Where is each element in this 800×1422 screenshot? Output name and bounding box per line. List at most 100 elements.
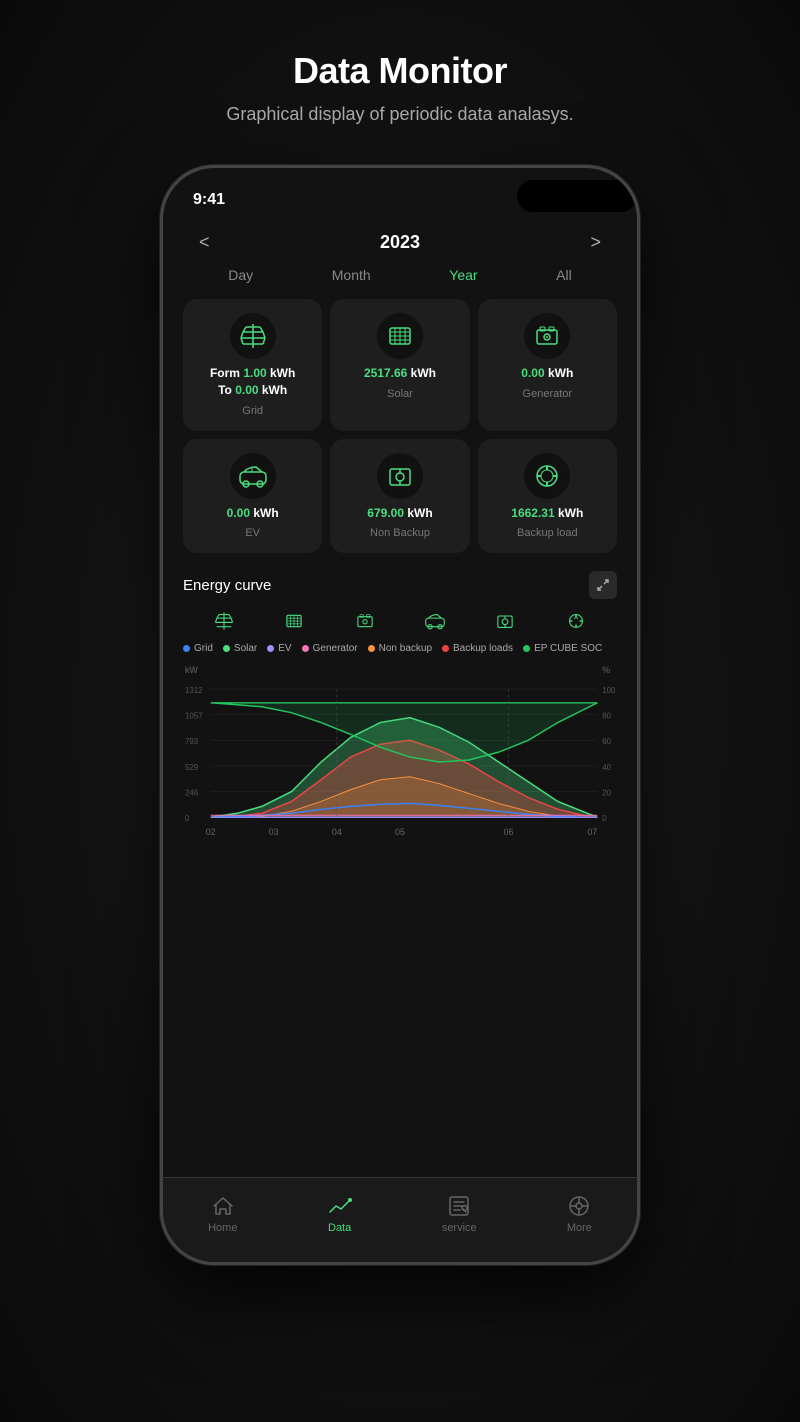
svg-text:529: 529 — [185, 763, 198, 772]
stat-value-grid: Form 1.00 kWhTo 0.00 kWh — [210, 365, 295, 399]
nav-home-label: Home — [208, 1222, 237, 1234]
stat-value-nonbackup: 679.00 kWh — [367, 505, 432, 522]
stat-value-solar: 2517.66 kWh — [364, 365, 436, 382]
generator-icon — [533, 322, 561, 350]
legend-backuploads: Backup loads — [442, 643, 513, 654]
curve-backupload-icon[interactable] — [564, 611, 588, 631]
svg-text:100: 100 — [602, 686, 616, 695]
svg-text:793: 793 — [185, 738, 199, 747]
curve-nonbackup-icon[interactable] — [493, 611, 517, 631]
svg-text:0: 0 — [602, 815, 607, 824]
curve-filter-icons — [179, 607, 621, 635]
stat-card-backupload: 1662.31 kWh Backup load — [478, 439, 617, 554]
svg-text:%: % — [602, 666, 610, 676]
nav-data-label: Data — [328, 1222, 351, 1234]
page-header: Data Monitor Graphical display of period… — [226, 50, 573, 125]
stat-card-solar: 2517.66 kWh Solar — [330, 299, 469, 431]
stat-value-generator: 0.00 kWh — [521, 365, 573, 382]
legend-dot-generator — [302, 645, 309, 652]
phone-frame: 9:41 — [160, 165, 640, 1265]
svg-text:80: 80 — [602, 712, 611, 721]
svg-text:246: 246 — [185, 789, 199, 798]
prev-year-button[interactable]: < — [199, 232, 210, 253]
stat-card-grid: Form 1.00 kWhTo 0.00 kWh Grid — [183, 299, 322, 431]
content-area: < 2023 > Day Month Year All — [163, 212, 637, 862]
tab-year[interactable]: Year — [437, 263, 489, 287]
nonbackup-icon — [386, 462, 414, 490]
status-time: 9:41 — [193, 191, 225, 209]
tab-day[interactable]: Day — [216, 263, 265, 287]
svg-text:20: 20 — [602, 789, 611, 798]
svg-text:1057: 1057 — [185, 712, 203, 721]
nav-data[interactable]: Data — [328, 1194, 352, 1234]
svg-text:03: 03 — [269, 827, 279, 837]
curve-grid-icon[interactable] — [212, 611, 236, 631]
stat-label-generator: Generator — [523, 388, 573, 400]
chart-svg: kW 1312 1057 793 529 246 0 % 100 80 60 4… — [183, 662, 617, 862]
dynamic-island — [517, 180, 637, 212]
tab-all[interactable]: All — [544, 263, 584, 287]
stat-icon-circle-generator — [524, 313, 570, 359]
nav-more[interactable]: More — [567, 1194, 592, 1234]
stat-label-grid: Grid — [242, 405, 263, 417]
solar-icon — [386, 322, 414, 350]
legend-dot-solar — [223, 645, 230, 652]
grid-icon — [239, 322, 267, 350]
svg-text:40: 40 — [602, 763, 611, 772]
bottom-nav: Home Data service — [163, 1177, 637, 1262]
legend-label-grid: Grid — [194, 643, 213, 654]
phone-screen: 9:41 — [163, 168, 637, 1262]
legend-label-nonbackup: Non backup — [379, 643, 432, 654]
backupload-icon — [533, 462, 561, 490]
svg-text:0: 0 — [185, 815, 190, 824]
legend-dot-backuploads — [442, 645, 449, 652]
stat-icon-circle-grid — [230, 313, 276, 359]
stat-label-ev: EV — [245, 527, 260, 539]
expand-button[interactable] — [589, 571, 617, 599]
legend-dot-epcube — [523, 645, 530, 652]
legend-epcube: EP CUBE SOC — [523, 643, 602, 654]
svg-text:1312: 1312 — [185, 686, 203, 695]
curve-ev-icon[interactable] — [423, 611, 447, 631]
stat-label-solar: Solar — [387, 388, 413, 400]
stat-card-generator: 0.00 kWh Generator — [478, 299, 617, 431]
energy-curve-title: Energy curve — [183, 577, 271, 594]
stat-card-ev: 0.00 kWh EV — [183, 439, 322, 554]
legend-dot-nonbackup — [368, 645, 375, 652]
legend-label-generator: Generator — [313, 643, 358, 654]
next-year-button[interactable]: > — [590, 232, 601, 253]
svg-text:04: 04 — [332, 827, 342, 837]
page-subtitle: Graphical display of periodic data anala… — [226, 104, 573, 125]
energy-chart: kW 1312 1057 793 529 246 0 % 100 80 60 4… — [179, 662, 621, 862]
nav-service-label: service — [442, 1222, 477, 1234]
legend-dot-ev — [267, 645, 274, 652]
svg-text:05: 05 — [395, 827, 405, 837]
stat-label-backupload: Backup load — [517, 527, 578, 539]
curve-generator-icon[interactable] — [353, 611, 377, 631]
tab-month[interactable]: Month — [320, 263, 383, 287]
service-icon — [447, 1194, 471, 1218]
more-icon — [567, 1194, 591, 1218]
stat-icon-circle-solar — [377, 313, 423, 359]
legend-grid: Grid — [183, 643, 213, 654]
nav-home[interactable]: Home — [208, 1194, 237, 1234]
stat-label-nonbackup: Non Backup — [370, 527, 430, 539]
home-icon — [211, 1194, 235, 1218]
energy-curve-header: Energy curve — [179, 561, 621, 607]
nav-more-label: More — [567, 1222, 592, 1234]
stat-icon-circle-backupload — [524, 453, 570, 499]
svg-text:60: 60 — [602, 738, 611, 747]
legend-generator: Generator — [302, 643, 358, 654]
chart-legend: Grid Solar EV Generator Non backup — [179, 641, 621, 656]
legend-label-solar: Solar — [234, 643, 257, 654]
svg-text:kW: kW — [185, 666, 198, 676]
year-label: 2023 — [380, 232, 420, 253]
legend-solar: Solar — [223, 643, 257, 654]
curve-solar-icon[interactable] — [282, 611, 306, 631]
expand-icon — [596, 578, 610, 592]
year-nav: < 2023 > — [179, 222, 621, 263]
nav-service[interactable]: service — [442, 1194, 477, 1234]
stat-card-nonbackup: 679.00 kWh Non Backup — [330, 439, 469, 554]
legend-label-backuploads: Backup loads — [453, 643, 513, 654]
stat-icon-circle-ev — [230, 453, 276, 499]
